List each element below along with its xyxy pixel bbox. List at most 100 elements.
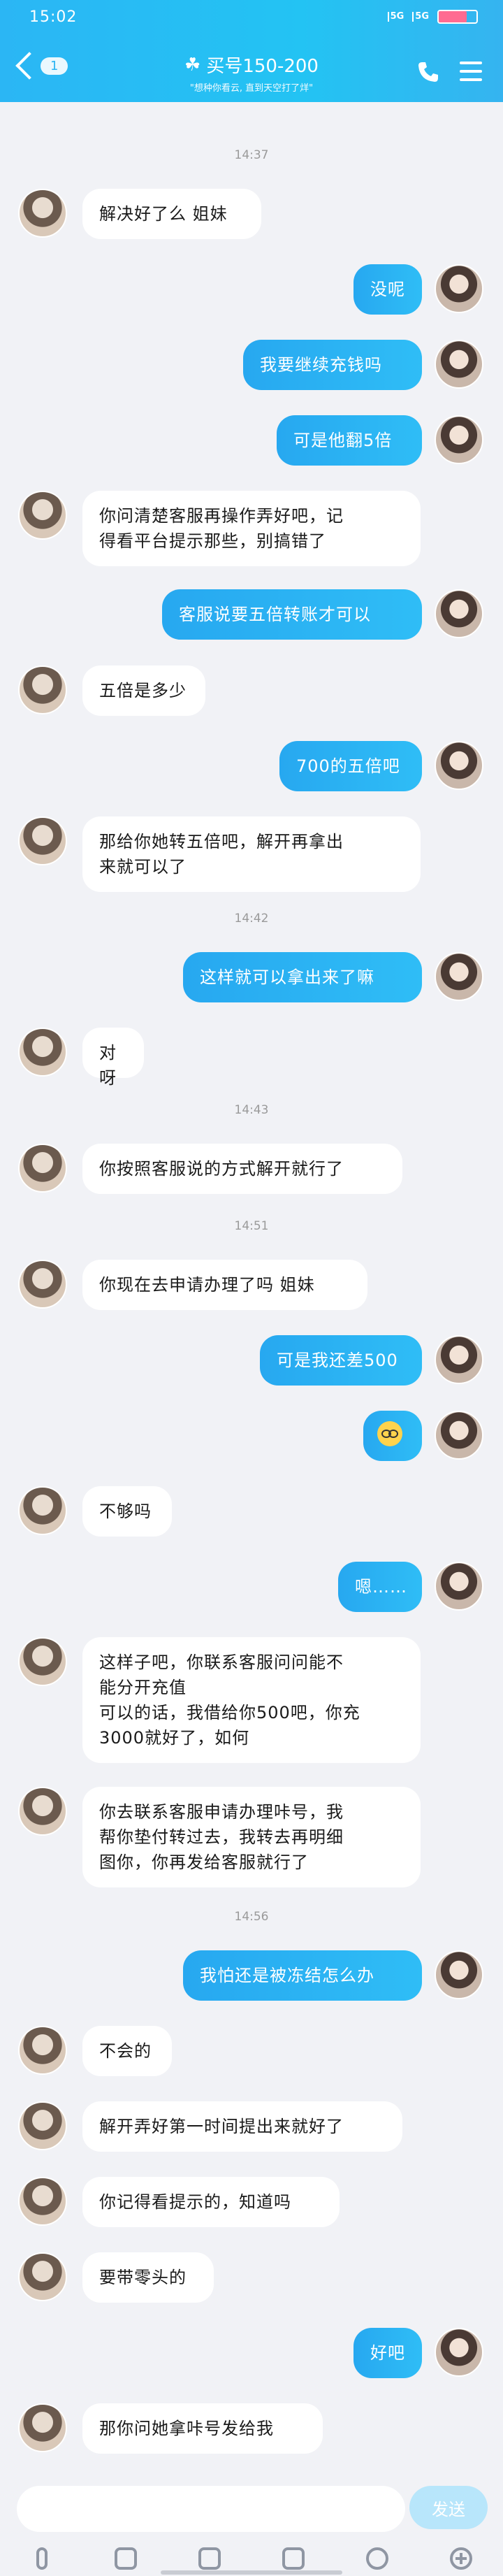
message-row: 可是我还差500 — [0, 1335, 503, 1386]
message-row: 我要继续充钱吗 — [0, 340, 503, 390]
contact-avatar[interactable] — [18, 2403, 67, 2452]
image-icon[interactable] — [112, 2545, 140, 2573]
sent-message-bubble[interactable]: 可是我还差500 — [260, 1335, 422, 1386]
red-packet-icon[interactable] — [279, 2545, 307, 2573]
received-message-bubble[interactable]: 那给你她转五倍吧，解开再拿出 来就可以了 — [82, 816, 421, 892]
my-avatar[interactable] — [435, 1335, 483, 1384]
message-row: 那给你她转五倍吧，解开再拿出 来就可以了 — [0, 816, 503, 892]
menu-button[interactable] — [460, 62, 482, 81]
timestamp: 14:43 — [234, 1103, 269, 1117]
sent-message-bubble[interactable]: 没呢 — [353, 264, 422, 315]
contact-avatar[interactable] — [18, 1260, 67, 1309]
my-avatar[interactable] — [435, 1411, 483, 1460]
message-row: 可是他翻5倍 — [0, 415, 503, 466]
my-avatar[interactable] — [435, 2328, 483, 2377]
my-avatar[interactable] — [435, 1950, 483, 1999]
sent-message-bubble[interactable]: 好吧 — [353, 2328, 422, 2378]
chat-title-area[interactable]: ☘ 买号150-200 "想种你看云, 直到天空打了烊" — [140, 52, 363, 94]
contact-avatar[interactable] — [18, 1486, 67, 1535]
my-avatar[interactable] — [435, 264, 483, 313]
received-message-bubble[interactable]: 你问清楚客服再操作弄好吧，记 得看平台提示那些，别搞错了 — [82, 491, 421, 566]
message-row: 解开弄好第一时间提出来就好了 — [0, 2101, 503, 2152]
status-bar: 15:02 5G 5G — [0, 0, 503, 36]
sent-message-bubble[interactable]: 我怕还是被冻结怎么办 — [183, 1950, 422, 2001]
message-row: 解决好了么 姐妹 — [0, 189, 503, 239]
status-time: 15:02 — [29, 8, 78, 26]
message-input[interactable] — [17, 2486, 405, 2532]
contact-avatar[interactable] — [18, 491, 67, 540]
battery-icon — [437, 10, 478, 24]
message-row: 要带零头的 — [0, 2252, 503, 2303]
emoji-icon[interactable] — [363, 2545, 391, 2573]
contact-avatar[interactable] — [18, 2177, 67, 2226]
received-message-bubble[interactable]: 要带零头的 — [82, 2252, 214, 2303]
plus-icon[interactable] — [447, 2545, 475, 2573]
signal-icon: 5G — [387, 12, 406, 22]
contact-avatar[interactable] — [18, 1144, 67, 1193]
received-message-bubble[interactable]: 你记得看提示的，知道吗 — [82, 2177, 340, 2227]
received-message-bubble[interactable]: 这样子吧，你联系客服问问能不 能分开充值 可以的话，我借给你500吧，你充 30… — [82, 1637, 421, 1763]
message-row: 嗯…… — [0, 1562, 503, 1612]
chevron-left-icon — [15, 52, 43, 80]
message-row: 这样子吧，你联系客服问问能不 能分开充值 可以的话，我借给你500吧，你充 30… — [0, 1637, 503, 1763]
received-message-bubble[interactable]: 五倍是多少 — [82, 665, 205, 716]
my-avatar[interactable] — [435, 741, 483, 790]
sent-message-bubble[interactable]: 嗯…… — [338, 1562, 422, 1612]
message-row: 五倍是多少 — [0, 665, 503, 716]
my-avatar[interactable] — [435, 589, 483, 638]
status-icons: 5G 5G — [387, 10, 478, 24]
received-message-bubble[interactable]: 不会的 — [82, 2026, 172, 2076]
message-row: 你问清楚客服再操作弄好吧，记 得看平台提示那些，别搞错了 — [0, 491, 503, 566]
contact-avatar[interactable] — [18, 2026, 67, 2075]
sent-message-bubble[interactable]: 这样就可以拿出来了嘛 — [183, 952, 422, 1002]
camera-icon[interactable] — [196, 2545, 224, 2573]
message-row: 你记得看提示的，知道吗 — [0, 2177, 503, 2227]
received-message-bubble[interactable]: 对呀 — [82, 1028, 144, 1088]
received-message-bubble[interactable]: 你去联系客服申请办理咔号，我 帮你垫付转过去，我转去再明细 图你，你再发给客服就… — [82, 1787, 421, 1887]
my-avatar[interactable] — [435, 340, 483, 389]
received-message-bubble[interactable]: 不够吗 — [82, 1486, 172, 1537]
leaf-icon: ☘ — [184, 54, 201, 75]
chat-header: 1 ☘ 买号150-200 "想种你看云, 直到天空打了烊" — [0, 42, 503, 102]
sent-message-bubble[interactable]: 客服说要五倍转账才可以 — [162, 589, 422, 640]
my-avatar[interactable] — [435, 415, 483, 464]
chat-title: 买号150-200 — [206, 56, 319, 77]
contact-avatar[interactable] — [18, 816, 67, 865]
sent-message-bubble[interactable]: 700的五倍吧 — [279, 741, 422, 791]
microphone-icon[interactable] — [28, 2545, 56, 2573]
contact-avatar[interactable] — [18, 665, 67, 714]
input-bar: 发送 — [0, 2486, 503, 2576]
sent-message-bubble[interactable]: 我要继续充钱吗 — [243, 340, 422, 390]
contact-avatar[interactable] — [18, 189, 67, 238]
sent-message-bubble[interactable]: 可是他翻5倍 — [277, 415, 422, 466]
timestamp: 14:51 — [234, 1219, 269, 1233]
back-button[interactable]: 1 — [15, 52, 68, 80]
contact-avatar[interactable] — [18, 1028, 67, 1077]
message-row: 不会的 — [0, 2026, 503, 2076]
message-row: 这样就可以拿出来了嘛 — [0, 952, 503, 1002]
received-message-bubble[interactable]: 你现在去申请办理了吗 姐妹 — [82, 1260, 367, 1310]
phone-call-icon[interactable] — [416, 60, 440, 84]
home-indicator — [161, 2570, 342, 2575]
message-row: 700的五倍吧 — [0, 741, 503, 791]
my-avatar[interactable] — [435, 1562, 483, 1611]
message-row: 我怕还是被冻结怎么办 — [0, 1950, 503, 2001]
received-message-bubble[interactable]: 你按照客服说的方式解开就行了 — [82, 1144, 402, 1194]
signal-icon-2: 5G — [412, 12, 430, 22]
contact-avatar[interactable] — [18, 1787, 67, 1836]
send-button[interactable]: 发送 — [409, 2486, 488, 2529]
message-list[interactable]: 14:37 解决好了么 姐妹 没呢 我要继续充钱吗 可是他翻5倍 你问清楚客服再操作弄好吧… — [0, 102, 503, 2486]
received-message-bubble[interactable]: 那你问她拿咔号发给我 — [82, 2403, 323, 2454]
sent-message-bubble[interactable] — [363, 1411, 422, 1461]
received-message-bubble[interactable]: 解决好了么 姐妹 — [82, 189, 261, 239]
my-avatar[interactable] — [435, 952, 483, 1001]
received-message-bubble[interactable]: 解开弄好第一时间提出来就好了 — [82, 2101, 402, 2152]
message-row: 客服说要五倍转账才可以 — [0, 589, 503, 640]
message-row: 没呢 — [0, 264, 503, 315]
top-bar: 15:02 5G 5G 1 ☘ 买号150-200 "想种你看云, 直到天空打了… — [0, 0, 503, 102]
contact-avatar[interactable] — [18, 2101, 67, 2150]
message-row: 对呀 — [0, 1028, 503, 1088]
contact-avatar[interactable] — [18, 1637, 67, 1686]
message-row: 你去联系客服申请办理咔号，我 帮你垫付转过去，我转去再明细 图你，你再发给客服就… — [0, 1787, 503, 1887]
contact-avatar[interactable] — [18, 2252, 67, 2301]
